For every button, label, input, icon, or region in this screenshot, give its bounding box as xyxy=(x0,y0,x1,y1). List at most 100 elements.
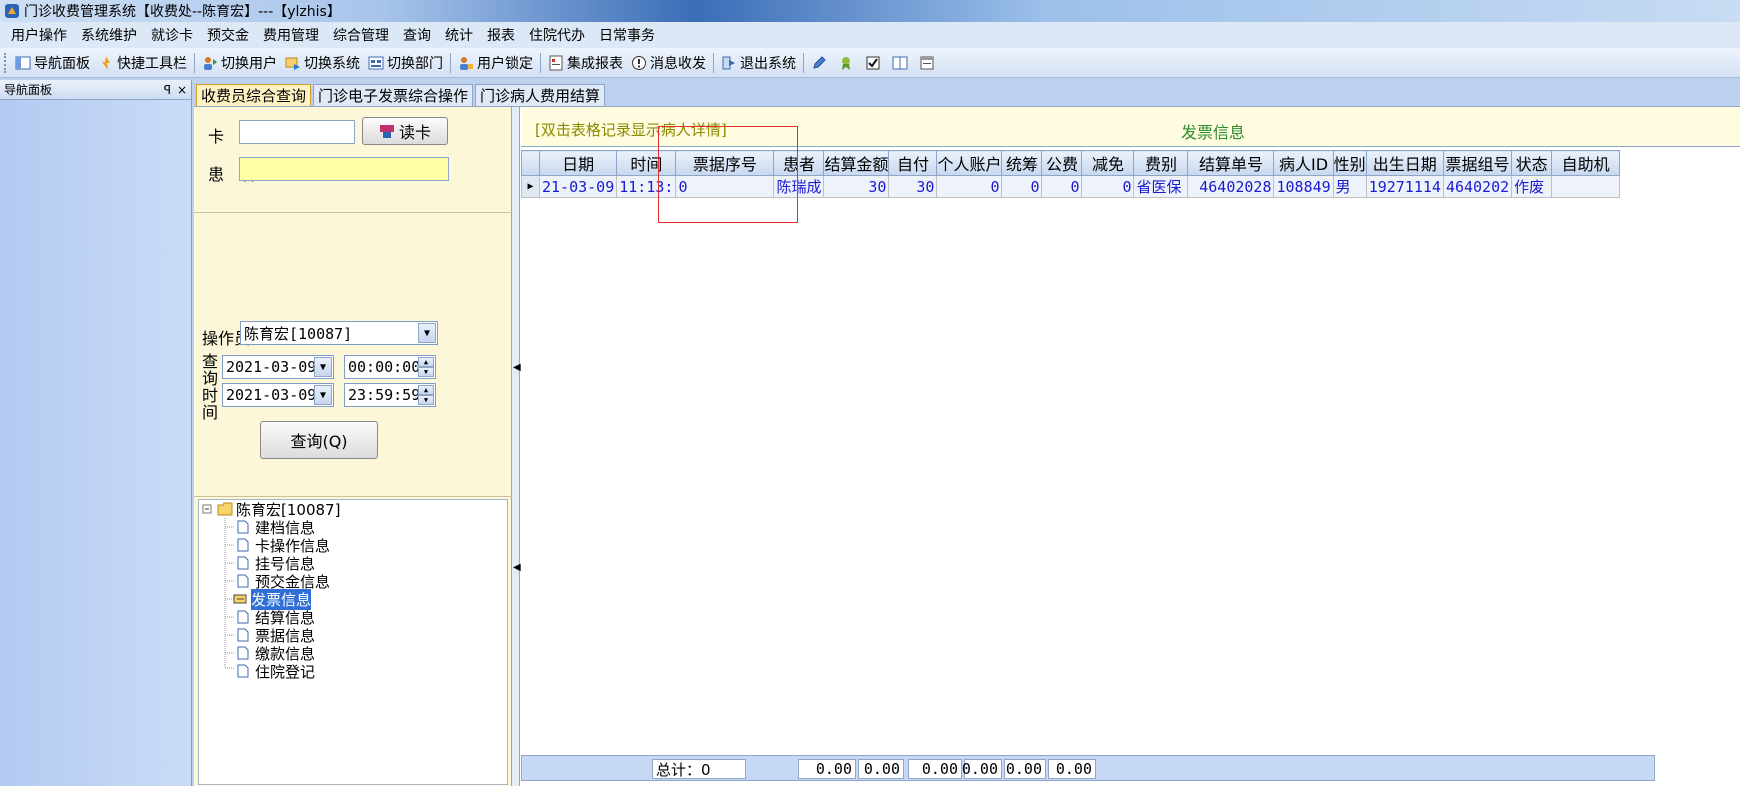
switch-user-button[interactable]: 切换用户 xyxy=(198,53,281,73)
cell-pooled[interactable]: 0 xyxy=(1001,175,1043,198)
col-settle-no[interactable]: 结算单号 xyxy=(1187,150,1275,176)
col-birth-date[interactable]: 出生日期 xyxy=(1365,150,1444,176)
to-time-value: 23:59:59 xyxy=(348,386,421,404)
edit-tool-button[interactable] xyxy=(807,55,834,71)
record-tree: 陈育宏[10087] 建档信息 卡操作信息 挂号信息 预交金信息 发票信息 结算… xyxy=(198,499,508,785)
menu-system-maint[interactable]: 系统维护 xyxy=(74,25,144,45)
chevron-down-icon[interactable]: ▼ xyxy=(418,323,436,343)
tree-item-receipt[interactable]: 票据信息 xyxy=(237,626,315,645)
menu-fee-mgmt[interactable]: 费用管理 xyxy=(256,25,326,45)
cell-status[interactable]: 作废 xyxy=(1511,175,1553,198)
menu-card[interactable]: 就诊卡 xyxy=(144,25,200,45)
spin-up-icon[interactable]: ▲ xyxy=(418,385,434,395)
col-pooled[interactable]: 统筹 xyxy=(1001,150,1043,176)
switch-dept-button[interactable]: 切换部门 xyxy=(364,53,447,73)
toolbar-separator xyxy=(540,52,541,73)
col-receipt-group[interactable]: 票据组号 xyxy=(1442,150,1513,176)
col-discount[interactable]: 减免 xyxy=(1081,150,1135,176)
col-kiosk[interactable]: 自助机 xyxy=(1551,150,1621,176)
tree-item-registration[interactable]: 挂号信息 xyxy=(237,554,315,573)
read-card-button[interactable]: 读卡 xyxy=(362,117,448,145)
menu-inpatient-agent[interactable]: 住院代办 xyxy=(522,25,592,45)
menu-user-ops[interactable]: 用户操作 xyxy=(4,25,74,45)
query-panel: 卡 号 读卡 患 者 操作员 陈育宏[10087] ▼ 查询时间 从 2021-… xyxy=(194,107,512,786)
tree-root[interactable]: 陈育宏[10087] xyxy=(217,500,340,519)
card-number-input[interactable] xyxy=(239,120,355,144)
tree-item-card-ops[interactable]: 卡操作信息 xyxy=(237,536,330,555)
exit-system-button[interactable]: 退出系统 xyxy=(717,53,800,73)
menu-daily[interactable]: 日常事务 xyxy=(592,25,662,45)
col-personal-account[interactable]: 个人账户 xyxy=(936,150,1003,176)
close-icon[interactable]: × xyxy=(177,83,187,97)
collapse-left-icon[interactable]: ◀ xyxy=(513,562,521,573)
tree-item-profile[interactable]: 建档信息 xyxy=(237,518,315,537)
pin-icon[interactable]: ꟼ xyxy=(164,83,171,97)
patient-input[interactable] xyxy=(239,157,449,181)
tab-patient-settlement[interactable]: 门诊病人费用结算 xyxy=(475,84,606,106)
cell-fee-type[interactable]: 省医保 xyxy=(1133,175,1189,198)
tab-cashier-query[interactable]: 收费员综合查询 xyxy=(196,84,312,106)
col-self-pay[interactable]: 自付 xyxy=(888,150,938,176)
tree-item-settlement[interactable]: 结算信息 xyxy=(237,608,315,627)
checkbox-tool-button[interactable] xyxy=(861,55,888,71)
cell-discount[interactable]: 0 xyxy=(1081,175,1135,198)
cell-settle-amount[interactable]: 30 xyxy=(823,175,890,198)
tree-item-invoice[interactable]: 发票信息 xyxy=(233,588,312,610)
from-date-picker[interactable]: 2021-03-09 ▼ xyxy=(222,355,334,379)
spin-down-icon[interactable]: ▼ xyxy=(418,395,434,405)
tab-e-invoice[interactable]: 门诊电子发票综合操作 xyxy=(313,84,474,106)
integrated-report-button[interactable]: 集成报表 xyxy=(544,53,627,73)
checkbox-icon xyxy=(866,56,880,69)
cell-kiosk[interactable] xyxy=(1551,175,1621,198)
shortcut-toolbar-button[interactable]: 快捷工具栏 xyxy=(94,53,191,73)
toolbar-grip[interactable] xyxy=(4,52,7,73)
operator-select[interactable]: 陈育宏[10087] ▼ xyxy=(240,321,438,345)
menu-stats[interactable]: 统计 xyxy=(438,25,480,45)
menu-prepay[interactable]: 预交金 xyxy=(200,25,256,45)
integrated-report-label: 集成报表 xyxy=(567,55,623,72)
query-button[interactable]: 查询(Q) xyxy=(260,421,378,459)
row-indicator-header xyxy=(521,150,540,176)
award-tool-button[interactable] xyxy=(834,55,861,71)
cell-public-fee[interactable]: 0 xyxy=(1041,175,1083,198)
col-gender[interactable]: 性别 xyxy=(1332,150,1367,176)
time-spinner[interactable]: ▲ ▼ xyxy=(418,385,434,405)
cell-self-pay[interactable]: 30 xyxy=(888,175,938,198)
chevron-down-icon[interactable]: ▼ xyxy=(314,357,332,377)
switch-system-button[interactable]: 切换系统 xyxy=(281,53,364,73)
col-public-fee[interactable]: 公费 xyxy=(1041,150,1083,176)
message-button[interactable]: 消息收发 xyxy=(627,53,710,73)
col-date[interactable]: 日期 xyxy=(538,150,618,176)
columns-tool-button[interactable] xyxy=(888,55,915,71)
cell-date[interactable]: 21-03-09 xyxy=(538,175,618,198)
col-fee-type[interactable]: 费别 xyxy=(1133,150,1189,176)
menu-query[interactable]: 查询 xyxy=(396,25,438,45)
collapse-left-icon[interactable]: ◀ xyxy=(513,362,521,373)
spin-up-icon[interactable]: ▲ xyxy=(418,357,434,367)
col-status[interactable]: 状态 xyxy=(1511,150,1553,176)
tree-item-inpatient-reg[interactable]: 住院登记 xyxy=(237,662,315,681)
menu-reports[interactable]: 报表 xyxy=(480,25,522,45)
to-time-input[interactable]: 23:59:59 ▲ ▼ xyxy=(344,383,436,407)
cell-settle-no[interactable]: 46402028 xyxy=(1187,175,1275,198)
menu-general-mgmt[interactable]: 综合管理 xyxy=(326,25,396,45)
query-time-label: 查询时间 xyxy=(202,352,219,422)
col-settle-amount[interactable]: 结算金额 xyxy=(823,150,890,176)
lock-user-button[interactable]: 用户锁定 xyxy=(454,53,537,73)
from-time-input[interactable]: 00:00:00 ▲ ▼ xyxy=(344,355,436,379)
spin-down-icon[interactable]: ▼ xyxy=(418,367,434,377)
cell-receipt-group[interactable]: 4640202 xyxy=(1442,175,1513,198)
cell-gender[interactable]: 男 xyxy=(1332,175,1367,198)
time-spinner[interactable]: ▲ ▼ xyxy=(418,357,434,377)
window-tool-button[interactable] xyxy=(915,55,942,71)
nav-panel-button[interactable]: 导航面板 xyxy=(11,53,94,73)
col-patient-id[interactable]: 病人ID xyxy=(1273,150,1334,176)
cell-personal-account[interactable]: 0 xyxy=(936,175,1003,198)
cell-patient-id[interactable]: 108849 xyxy=(1273,175,1334,198)
cell-birth-date[interactable]: 19271114 xyxy=(1365,175,1444,198)
panel-splitter[interactable]: ◀ ◀ xyxy=(512,107,521,786)
chevron-down-icon[interactable]: ▼ xyxy=(314,385,332,405)
tree-item-prepay[interactable]: 预交金信息 xyxy=(237,572,330,591)
tree-item-payment[interactable]: 缴款信息 xyxy=(237,644,315,663)
to-date-picker[interactable]: 2021-03-09 ▼ xyxy=(222,383,334,407)
